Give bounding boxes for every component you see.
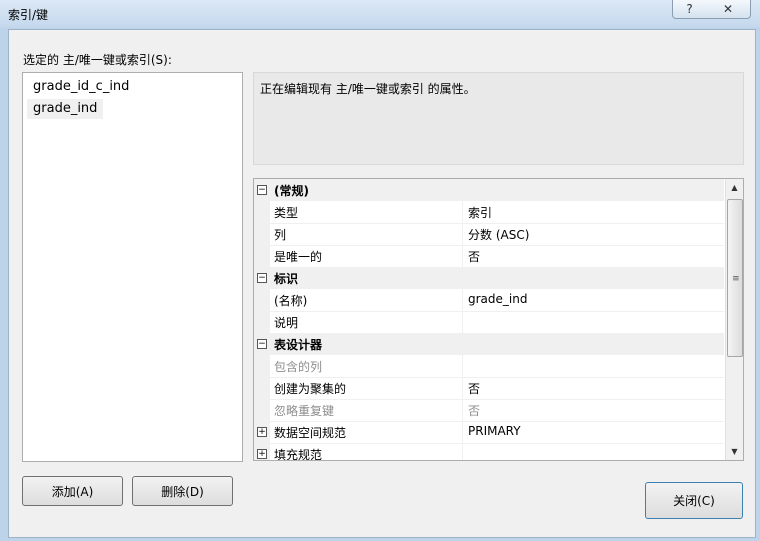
- category-label: (常规): [274, 184, 309, 198]
- property-row[interactable]: 是唯一的 否: [254, 245, 724, 268]
- title-bar: 索引/键 ? ✕: [0, 0, 760, 28]
- property-grid[interactable]: − (常规) 类型 索引 列 分数 (ASC) 是唯一的 否 − 标识 (名称)…: [253, 178, 744, 461]
- property-value[interactable]: 否: [468, 380, 480, 397]
- arrow-down-icon[interactable]: ▼: [726, 443, 743, 460]
- property-name: 是唯一的: [274, 250, 323, 264]
- grip-icon: ≡: [732, 274, 740, 284]
- property-row[interactable]: 说明: [254, 311, 724, 334]
- category-general[interactable]: − (常规): [254, 179, 724, 201]
- property-row[interactable]: + 数据空间规范 PRIMARY: [254, 421, 724, 444]
- expand-icon[interactable]: +: [257, 427, 267, 437]
- dialog-body: 选定的 主/唯一键或索引(S): grade_id_c_ind grade_in…: [8, 29, 756, 538]
- category-label: 标识: [274, 272, 299, 286]
- description-panel: 正在编辑现有 主/唯一键或索引 的属性。: [253, 72, 744, 165]
- property-grid-scrollbar[interactable]: ▲ ≡ ▼: [725, 179, 743, 460]
- collapse-icon[interactable]: −: [257, 339, 267, 349]
- property-name: 说明: [274, 316, 299, 330]
- expand-icon[interactable]: +: [257, 449, 267, 459]
- close-icon: ✕: [722, 2, 734, 16]
- property-name: 列: [274, 228, 287, 242]
- description-text: 正在编辑现有 主/唯一键或索引 的属性。: [260, 82, 476, 96]
- help-icon: ?: [686, 2, 693, 16]
- property-value[interactable]: 分数 (ASC): [468, 226, 529, 243]
- category-identity[interactable]: − 标识: [254, 267, 724, 289]
- property-value[interactable]: grade_ind: [468, 292, 527, 306]
- property-row[interactable]: 类型 索引: [254, 201, 724, 224]
- property-row[interactable]: 包含的列: [254, 355, 724, 378]
- close-button[interactable]: 关闭(C): [645, 482, 743, 519]
- property-row[interactable]: (名称) grade_ind: [254, 289, 724, 312]
- property-value[interactable]: 否: [468, 248, 480, 265]
- property-value[interactable]: 索引: [468, 204, 492, 221]
- arrow-up-icon[interactable]: ▲: [726, 179, 743, 196]
- property-name: 创建为聚集的: [274, 382, 347, 396]
- property-row[interactable]: 列 分数 (ASC): [254, 223, 724, 246]
- property-name: (名称): [274, 294, 308, 308]
- category-table-designer[interactable]: − 表设计器: [254, 333, 724, 355]
- property-name: 数据空间规范: [274, 426, 347, 440]
- list-item-selected[interactable]: grade_ind: [27, 99, 104, 119]
- window-title: 索引/键: [8, 8, 49, 22]
- property-row[interactable]: + 填充规范: [254, 443, 724, 461]
- property-name: 包含的列: [274, 360, 323, 374]
- collapse-icon[interactable]: −: [257, 185, 267, 195]
- scrollbar-thumb[interactable]: ≡: [727, 199, 743, 357]
- list-item[interactable]: grade_id_c_ind: [27, 77, 135, 97]
- collapse-icon[interactable]: −: [257, 273, 267, 283]
- selected-keys-label: 选定的 主/唯一键或索引(S):: [23, 53, 172, 67]
- help-button[interactable]: ?: [672, 0, 707, 19]
- property-value: 否: [468, 404, 481, 418]
- property-name: 类型: [274, 206, 299, 220]
- delete-button[interactable]: 删除(D): [132, 476, 233, 506]
- property-name: 忽略重复键: [274, 404, 335, 418]
- window-close-button[interactable]: ✕: [706, 0, 751, 19]
- property-row[interactable]: 创建为聚集的 否: [254, 377, 724, 400]
- property-name: 填充规范: [274, 448, 323, 461]
- property-row[interactable]: 忽略重复键 否: [254, 399, 724, 422]
- index-list[interactable]: grade_id_c_ind grade_ind: [22, 72, 243, 462]
- add-button[interactable]: 添加(A): [22, 476, 123, 506]
- property-value[interactable]: PRIMARY: [468, 424, 521, 438]
- category-label: 表设计器: [274, 338, 323, 352]
